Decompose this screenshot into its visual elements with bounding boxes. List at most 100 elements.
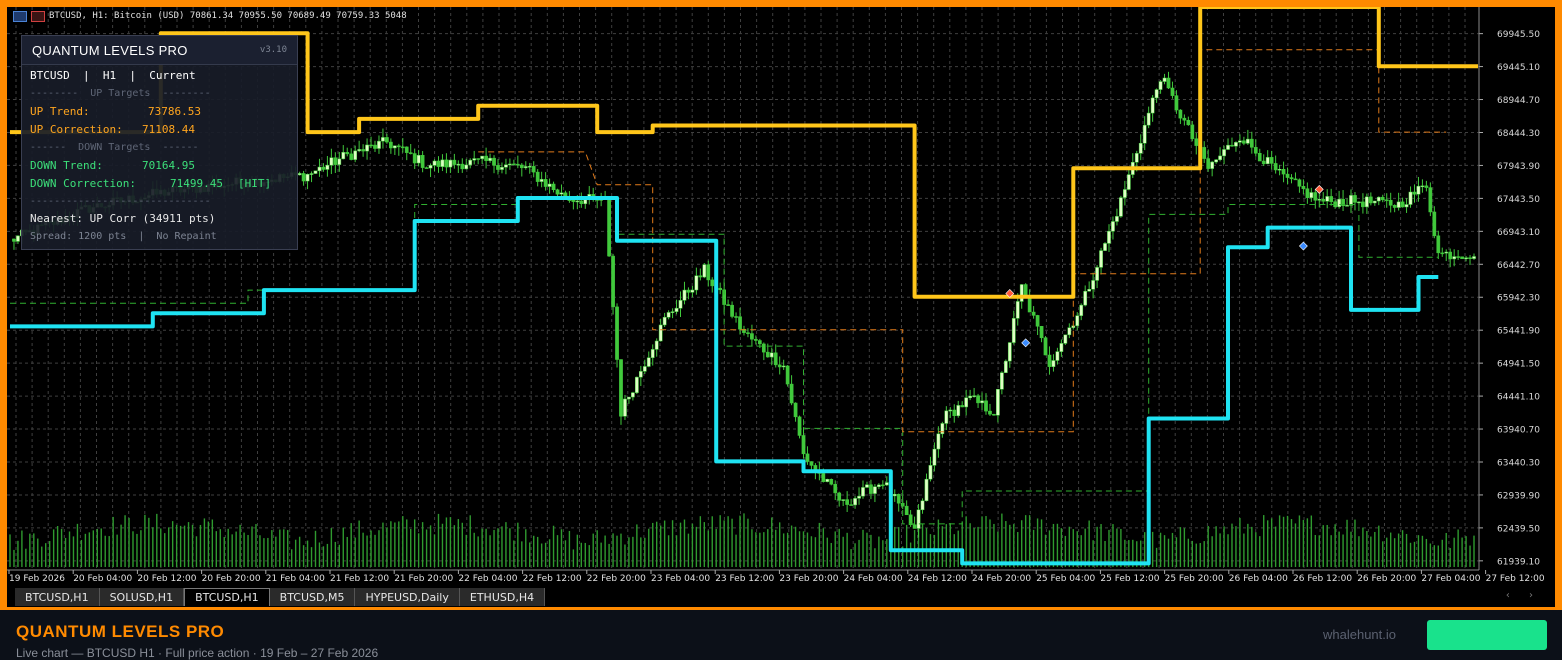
candle-body <box>531 166 536 173</box>
candle-body <box>797 416 802 436</box>
candle-body <box>297 173 302 176</box>
y-tick-label: 64941.50 <box>1497 360 1540 370</box>
candle-body <box>1297 179 1302 187</box>
candle-body <box>631 392 635 398</box>
candle-body <box>1412 191 1417 195</box>
candle-body <box>571 199 576 202</box>
candle-body <box>738 316 742 330</box>
candle-body <box>932 448 937 466</box>
x-tick-label: 23 Feb 04:00 <box>651 574 710 584</box>
candle-body <box>1277 169 1282 171</box>
candle-body <box>1067 327 1072 336</box>
candle-body <box>718 287 723 291</box>
tab-scroll-arrows[interactable]: ‹ › <box>1506 590 1541 601</box>
tab-solusd-h1-1[interactable]: SOLUSD,H1 <box>99 588 185 606</box>
y-tick-label: 69445.10 <box>1497 63 1540 73</box>
y-tick-label: 63940.70 <box>1497 426 1540 436</box>
candle-body <box>611 255 615 308</box>
chart-window-icon[interactable] <box>13 10 27 22</box>
candle-body <box>404 146 409 153</box>
candle-body <box>1103 243 1107 251</box>
candle-body <box>1126 174 1131 190</box>
candle-body <box>1353 195 1357 203</box>
candle-body <box>1150 97 1155 114</box>
candle-body <box>853 498 857 506</box>
candle-body <box>448 159 453 168</box>
chart-area[interactable]: 69945.50 69445.10 68944.70 68444.30 67943.90… <box>7 7 1555 607</box>
candle-body <box>877 484 881 487</box>
candle-body <box>484 155 488 161</box>
candle-body <box>412 153 417 164</box>
candle-body <box>758 340 762 345</box>
candle-body <box>305 174 310 182</box>
y-tick-label: 68444.30 <box>1497 129 1540 139</box>
candle-body <box>730 304 734 317</box>
tab-btcusd-m5-3[interactable]: BTCUSD,M5 <box>269 588 356 606</box>
candle-body <box>523 166 528 169</box>
candle-body <box>646 357 651 367</box>
candle-body <box>1392 205 1397 208</box>
candle-body <box>1325 196 1330 202</box>
candle-body <box>432 160 437 166</box>
candle-body <box>666 312 671 318</box>
candle-body <box>960 405 965 408</box>
candle-body <box>1063 334 1068 344</box>
footer-title: QUANTUM LEVELS PRO <box>16 622 225 641</box>
y-tick-label: 63440.30 <box>1497 458 1540 468</box>
y-tick-label: 61939.10 <box>1497 557 1540 567</box>
candle-body <box>912 524 917 529</box>
candle-body <box>1273 163 1278 171</box>
candle-body <box>658 324 663 342</box>
tab-btcusd-h1-0[interactable]: BTCUSD,H1 <box>15 588 100 606</box>
candle-body <box>880 484 885 487</box>
candle-body <box>1428 187 1433 213</box>
candle-body <box>1170 87 1175 96</box>
candle-body <box>1206 158 1211 169</box>
candle-body <box>1281 169 1286 175</box>
candle-body <box>896 493 901 504</box>
candle-body <box>440 159 445 167</box>
x-tick-label: 21 Feb 04:00 <box>266 574 325 584</box>
candle-body <box>385 137 389 143</box>
chart-close-icon[interactable] <box>31 10 45 22</box>
candle-body <box>547 183 552 187</box>
footer-cta-button[interactable] <box>1427 620 1547 650</box>
candle-body <box>1138 142 1143 154</box>
candle-body <box>805 453 810 462</box>
candle-body <box>500 167 504 170</box>
candle-body <box>972 395 976 397</box>
candle-body <box>452 159 457 165</box>
candle-body <box>535 171 540 182</box>
candle-body <box>416 155 421 164</box>
candle-body <box>1158 81 1163 90</box>
candle-body <box>357 149 361 152</box>
candle-body <box>1456 256 1460 258</box>
candle-body <box>317 166 322 172</box>
tab-hypeusd-daily-4[interactable]: HYPEUSD,Daily <box>355 588 460 606</box>
candle-body <box>1444 251 1449 254</box>
panel-header: QUANTUM LEVELS PRO v3.10 <box>22 36 297 65</box>
candle-body <box>555 189 560 195</box>
panel-up-header: -------- UP Targets -------- <box>30 88 211 99</box>
candle-body <box>849 504 853 506</box>
panel-version: v3.10 <box>259 45 287 55</box>
candle-body <box>821 473 826 482</box>
candle-body <box>1218 155 1222 161</box>
candle-body <box>408 152 413 154</box>
candle-body <box>1238 140 1242 143</box>
candle-body <box>884 482 889 486</box>
candle-body <box>476 158 481 160</box>
tab-ethusd-h4-5[interactable]: ETHUSD,H4 <box>459 588 546 606</box>
candle-body <box>1091 280 1095 290</box>
candle-body <box>1357 201 1361 204</box>
tab-btcusd-h1-2[interactable]: BTCUSD,H1 <box>184 588 270 606</box>
candle-body <box>619 359 623 417</box>
panel-spread: Spread: 1200 pts | No Repaint <box>30 231 217 242</box>
candle-body <box>769 352 774 358</box>
candle-body <box>1464 257 1468 260</box>
candle-body <box>333 157 338 165</box>
candle-body <box>1309 192 1314 198</box>
x-tick-label: 20 Feb 20:00 <box>202 574 261 584</box>
candle-body <box>968 395 972 399</box>
candle-body <box>1162 77 1167 82</box>
